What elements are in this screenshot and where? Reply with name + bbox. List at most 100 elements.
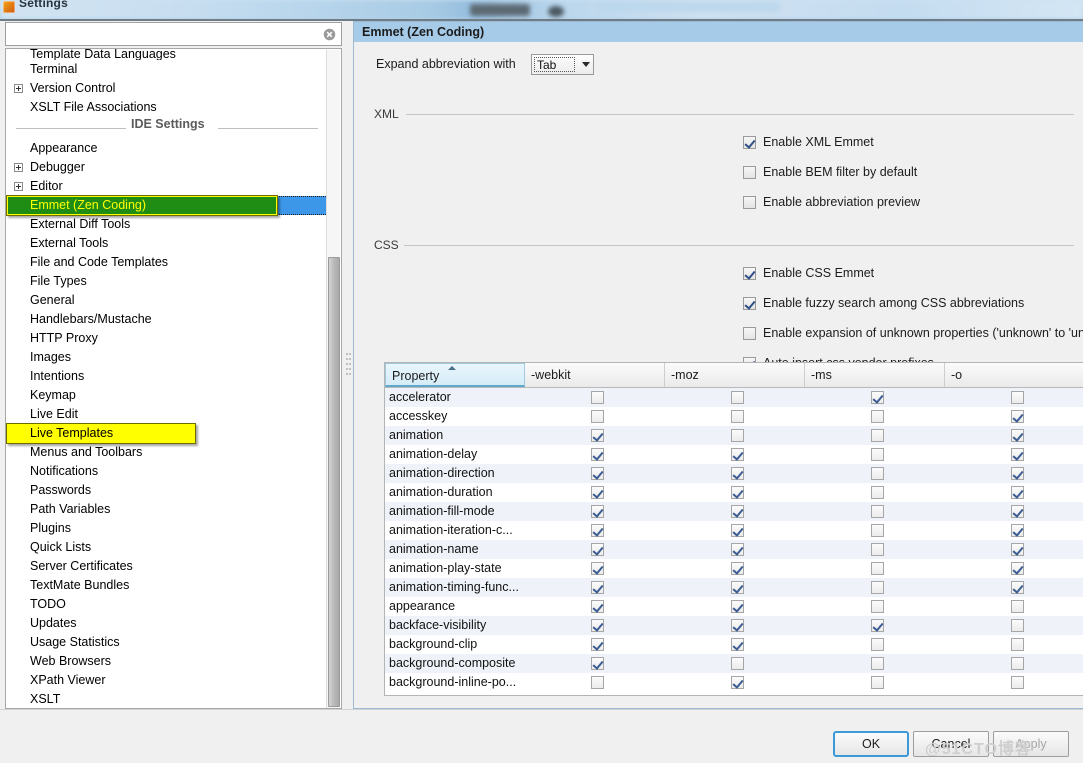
enable-unknown-properties-checkbox[interactable] [743,327,756,340]
cell-o-checkbox[interactable] [1011,486,1024,499]
cell-webkit-checkbox[interactable] [591,524,604,537]
sidebar-item-appearance[interactable]: Appearance [6,139,328,158]
cell-moz-checkbox[interactable] [731,543,744,556]
table-row[interactable]: accelerator [385,388,1083,407]
cell-ms-checkbox[interactable] [871,410,884,423]
column-header-webkit[interactable]: -webkit [525,363,665,387]
cell-webkit-checkbox[interactable] [591,619,604,632]
cell-ms-checkbox[interactable] [871,467,884,480]
cell-ms-checkbox[interactable] [871,524,884,537]
ok-button[interactable]: OK [833,731,909,757]
table-row[interactable]: animation-timing-func... [385,578,1083,597]
table-row[interactable]: background-inline-po... [385,673,1083,692]
table-row[interactable]: animation-delay [385,445,1083,464]
cell-moz-checkbox[interactable] [731,676,744,689]
cell-o-checkbox[interactable] [1011,657,1024,670]
sidebar-item-file-types[interactable]: File Types [6,272,328,291]
apply-button[interactable]: Apply [993,731,1069,757]
cell-webkit-checkbox[interactable] [591,638,604,651]
cell-o-checkbox[interactable] [1011,600,1024,613]
cell-o-checkbox[interactable] [1011,467,1024,480]
expand-plus-icon[interactable] [14,84,23,93]
cell-o-checkbox[interactable] [1011,391,1024,404]
cell-ms-checkbox[interactable] [871,486,884,499]
sidebar-item-xslt[interactable]: XSLT [6,690,328,708]
cell-webkit-checkbox[interactable] [591,505,604,518]
cell-moz-checkbox[interactable] [731,619,744,632]
cell-ms-checkbox[interactable] [871,391,884,404]
cell-webkit-checkbox[interactable] [591,391,604,404]
cell-webkit-checkbox[interactable] [591,486,604,499]
cell-moz-checkbox[interactable] [731,562,744,575]
cell-ms-checkbox[interactable] [871,581,884,594]
sidebar-item-template-data-languages[interactable]: Template Data Languages [6,49,328,60]
cell-ms-checkbox[interactable] [871,638,884,651]
sidebar-item-todo[interactable]: TODO [6,595,328,614]
table-row[interactable]: animation-play-state [385,559,1083,578]
cell-moz-checkbox[interactable] [731,429,744,442]
cell-webkit-checkbox[interactable] [591,410,604,423]
enable-css-emmet-checkbox[interactable] [743,267,756,280]
settings-tree[interactable]: Template Data Languages Terminal Version… [5,48,342,709]
sidebar-item-textmate-bundles[interactable]: TextMate Bundles [6,576,328,595]
cell-ms-checkbox[interactable] [871,448,884,461]
sidebar-item-external-tools[interactable]: External Tools [6,234,328,253]
cell-moz-checkbox[interactable] [731,410,744,423]
cell-webkit-checkbox[interactable] [591,600,604,613]
cell-moz-checkbox[interactable] [731,467,744,480]
cell-webkit-checkbox[interactable] [591,676,604,689]
cell-moz-checkbox[interactable] [731,505,744,518]
cell-ms-checkbox[interactable] [871,429,884,442]
sidebar-item-editor[interactable]: Editor [6,177,328,196]
sidebar-item-terminal[interactable]: Terminal [6,60,328,79]
sidebar-item-emmet-zen-coding[interactable]: Emmet (Zen Coding) [6,195,328,216]
cell-webkit-checkbox[interactable] [591,562,604,575]
cell-o-checkbox[interactable] [1011,676,1024,689]
sidebar-item-external-diff-tools[interactable]: External Diff Tools [6,215,328,234]
table-row[interactable]: animation-fill-mode [385,502,1083,521]
cell-webkit-checkbox[interactable] [591,657,604,670]
cell-o-checkbox[interactable] [1011,562,1024,575]
cell-moz-checkbox[interactable] [731,657,744,670]
sidebar-item-updates[interactable]: Updates [6,614,328,633]
cell-o-checkbox[interactable] [1011,638,1024,651]
sidebar-item-menus-and-toolbars[interactable]: Menus and Toolbars [6,443,328,462]
cell-moz-checkbox[interactable] [731,600,744,613]
sidebar-item-notifications[interactable]: Notifications [6,462,328,481]
column-header-property[interactable]: Property [385,363,525,387]
cell-o-checkbox[interactable] [1011,524,1024,537]
table-row[interactable]: animation [385,426,1083,445]
search-input[interactable] [10,26,310,43]
sidebar-item-usage-statistics[interactable]: Usage Statistics [6,633,328,652]
expand-plus-icon[interactable] [14,182,23,191]
table-row[interactable]: accesskey [385,407,1083,426]
clear-circle-icon[interactable] [323,28,336,41]
cancel-button[interactable]: Cancel [913,731,989,757]
cell-o-checkbox[interactable] [1011,543,1024,556]
cell-moz-checkbox[interactable] [731,391,744,404]
enable-fuzzy-search-checkbox[interactable] [743,297,756,310]
sidebar-item-xpath-viewer[interactable]: XPath Viewer [6,671,328,690]
enable-bem-filter-checkbox[interactable] [743,166,756,179]
sidebar-item-general[interactable]: General [6,291,328,310]
sidebar-item-quick-lists[interactable]: Quick Lists [6,538,328,557]
cell-webkit-checkbox[interactable] [591,448,604,461]
cell-moz-checkbox[interactable] [731,524,744,537]
sidebar-item-xslt-file-associations[interactable]: XSLT File Associations [6,98,328,117]
cell-webkit-checkbox[interactable] [591,467,604,480]
cell-moz-checkbox[interactable] [731,448,744,461]
sidebar-item-handlebars-mustache[interactable]: Handlebars/Mustache [6,310,328,329]
sidebar-item-passwords[interactable]: Passwords [6,481,328,500]
enable-xml-emmet-checkbox[interactable] [743,136,756,149]
table-row[interactable]: appearance [385,597,1083,616]
sidebar-item-keymap[interactable]: Keymap [6,386,328,405]
cell-ms-checkbox[interactable] [871,562,884,575]
cell-webkit-checkbox[interactable] [591,543,604,556]
column-header-moz[interactable]: -moz [665,363,805,387]
vendor-prefix-table[interactable]: Property -webkit -moz -ms -o accelerator [384,362,1083,696]
table-row[interactable]: animation-name [385,540,1083,559]
table-row[interactable]: background-composite [385,654,1083,673]
cell-moz-checkbox[interactable] [731,486,744,499]
cell-moz-checkbox[interactable] [731,638,744,651]
cell-ms-checkbox[interactable] [871,543,884,556]
